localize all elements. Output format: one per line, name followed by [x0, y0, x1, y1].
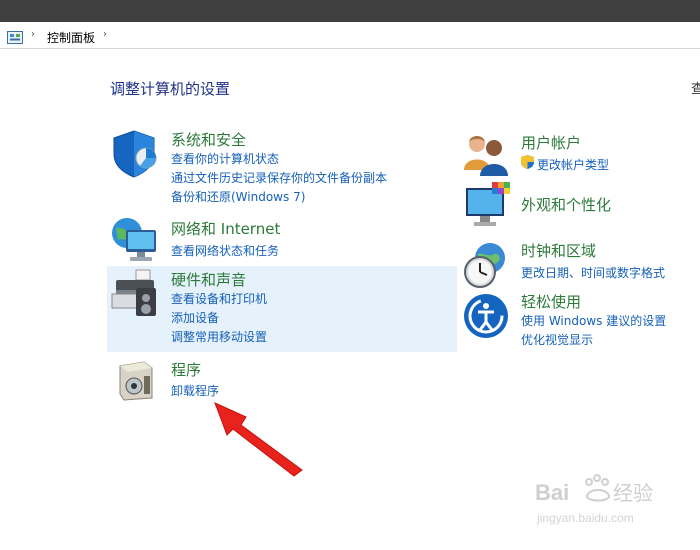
category-programs-title[interactable]: 程序	[171, 359, 201, 380]
page-title: 调整计算机的设置	[110, 80, 231, 98]
address-bar[interactable]: › 控制面板 ›	[0, 25, 700, 49]
users-icon	[464, 136, 508, 176]
link-windows-recommended-settings[interactable]: 使用 Windows 建议的设置	[521, 312, 666, 329]
monitor-palette-icon	[466, 182, 510, 226]
network-globe-icon	[112, 218, 156, 261]
chevron-right-icon[interactable]: ›	[103, 29, 107, 40]
chevron-right-icon[interactable]: ›	[31, 29, 35, 40]
link-change-account-type[interactable]: 更改帐户类型	[537, 156, 609, 173]
baidu-watermark-logo: Bai 经验 jingyan.baidu.com	[535, 474, 653, 525]
uac-shield-icon	[521, 155, 534, 169]
shield-icon	[113, 130, 157, 178]
breadcrumb-control-panel[interactable]: 控制面板	[47, 29, 95, 46]
category-ease-of-access-title[interactable]: 轻松使用	[521, 291, 581, 312]
category-appearance-title[interactable]: 外观和个性化	[521, 194, 611, 215]
svg-text:Bai: Bai	[535, 480, 569, 505]
view-by-label[interactable]: 查	[691, 78, 700, 97]
ease-of-access-icon	[464, 294, 508, 338]
red-arrow-annotation	[214, 402, 303, 477]
link-devices-printers[interactable]: 查看设备和打印机	[171, 290, 267, 307]
category-hardware-sound-title[interactable]: 硬件和声音	[171, 269, 246, 290]
link-backup-restore[interactable]: 备份和还原(Windows 7)	[171, 188, 305, 205]
window-titlebar	[0, 0, 700, 22]
link-add-device[interactable]: 添加设备	[171, 309, 219, 326]
link-mobility-settings[interactable]: 调整常用移动设置	[171, 328, 267, 345]
printer-speaker-icon	[111, 269, 156, 316]
link-file-history[interactable]: 通过文件历史记录保存你的文件备份副本	[171, 169, 387, 186]
link-optimize-visual-display[interactable]: 优化视觉显示	[521, 331, 593, 348]
svg-text:jingyan.baidu.com: jingyan.baidu.com	[536, 511, 634, 525]
category-user-accounts-title[interactable]: 用户帐户	[521, 132, 581, 153]
category-network-title[interactable]: 网络和 Internet	[171, 218, 280, 239]
link-network-status[interactable]: 查看网络状态和任务	[171, 242, 279, 259]
category-clock-region-title[interactable]: 时钟和区域	[521, 240, 596, 261]
programs-icon	[119, 361, 153, 401]
link-change-date-time[interactable]: 更改日期、时间或数字格式	[521, 264, 665, 281]
control-panel-icon	[7, 31, 23, 44]
category-system-security-title[interactable]: 系统和安全	[171, 129, 246, 150]
clock-globe-icon	[464, 243, 505, 288]
link-view-computer-status[interactable]: 查看你的计算机状态	[171, 150, 279, 167]
svg-text:经验: 经验	[613, 481, 653, 505]
